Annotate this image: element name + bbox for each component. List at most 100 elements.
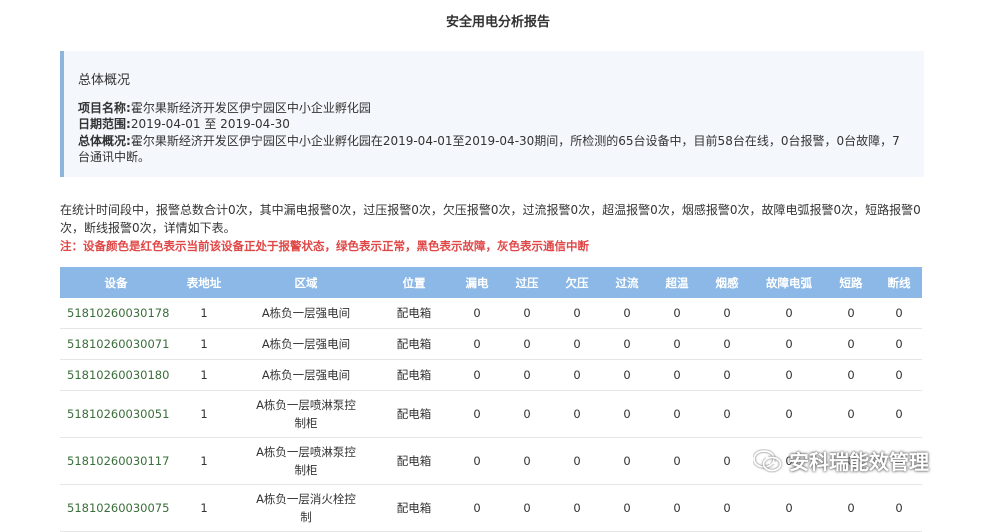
page-title: 安全用电分析报告 (445, 15, 550, 30)
address-cell: 1 (172, 298, 236, 329)
header-address[interactable]: 表地址 (172, 267, 236, 298)
statistics-line-2: 次，断线报警0次，详情如下表。 (60, 221, 236, 235)
area-cell: A栋负一层消火栓控制 (236, 484, 376, 532)
overcurrent-count: 0 (602, 359, 652, 391)
smoke-count: 0 (702, 390, 752, 438)
overtemp-count: 0 (652, 328, 702, 360)
overtemp-count: 0 (652, 390, 702, 438)
table-row: 51810260030075 1 A栋负一层消火栓控制 配电箱 0 0 0 0 … (60, 484, 922, 532)
device-id[interactable]: 51810260030071 (60, 328, 172, 360)
header-overtemp[interactable]: 超温 (652, 267, 702, 298)
date-line: 日期范围:2019-04-01 至 2019-04-30 (78, 116, 290, 132)
disconnect-count: 0 (876, 359, 922, 391)
area-text: A栋负一层消火栓控制 (256, 492, 356, 524)
arc-fault-count: 0 (752, 328, 826, 360)
header-short-circuit[interactable]: 短路 (826, 267, 876, 298)
overcurrent-count: 0 (602, 328, 652, 360)
header-area[interactable]: 区域 (236, 267, 376, 298)
device-id[interactable]: 51810260030075 (60, 484, 172, 532)
header-overvoltage[interactable]: 过压 (502, 267, 552, 298)
header-overcurrent[interactable]: 过流 (602, 267, 652, 298)
undervoltage-count: 0 (552, 298, 602, 329)
header-leakage[interactable]: 漏电 (452, 267, 502, 298)
smoke-count: 0 (702, 359, 752, 391)
undervoltage-count: 0 (552, 437, 602, 485)
short-circuit-count: 0 (826, 390, 876, 438)
arc-fault-count: 0 (752, 484, 826, 532)
area-cell: A栋负一层强电间 (236, 328, 376, 360)
position-cell: 配电箱 (376, 484, 452, 532)
statistics-text: 在统计时间段中，报警总数合计0次，其中漏电报警0次，过压报警0次，欠压报警0次，… (60, 201, 930, 237)
overcurrent-count: 0 (602, 484, 652, 532)
arc-fault-count: 0 (752, 390, 826, 438)
header-arc-fault[interactable]: 故障电弧 (752, 267, 826, 298)
undervoltage-count: 0 (552, 484, 602, 532)
table-header-row: 设备 表地址 区域 位置 漏电 过压 欠压 过流 超温 烟感 故障电弧 短路 断… (60, 267, 922, 298)
position-cell: 配电箱 (376, 437, 452, 485)
device-id[interactable]: 51810260030178 (60, 298, 172, 329)
summary-label: 总体概况: (78, 134, 131, 148)
watermark-text: 安科瑞能效管理 (789, 450, 929, 474)
area-text: A栋负一层喷淋泵控制柜 (256, 445, 356, 477)
table-row: 51810260030180 1 A栋负一层强电间 配电箱 0 0 0 0 0 … (60, 359, 922, 391)
project-value: 霍尔果斯经济开发区伊宁园区中小企业孵化园 (130, 101, 371, 115)
position-cell: 配电箱 (376, 359, 452, 391)
undervoltage-count: 0 (552, 328, 602, 360)
overview-panel: 总体概况 项目名称:霍尔果斯经济开发区伊宁园区中小企业孵化园 日期范围:2019… (60, 51, 924, 177)
overvoltage-count: 0 (502, 359, 552, 391)
overvoltage-count: 0 (502, 328, 552, 360)
short-circuit-count: 0 (826, 298, 876, 329)
overtemp-count: 0 (652, 359, 702, 391)
color-legend-note: 注：设备颜色是红色表示当前该设备正处于报警状态，绿色表示正常，黑色表示故障，灰色… (60, 239, 589, 253)
leakage-count: 0 (452, 328, 502, 360)
area-cell: A栋负一层喷淋泵控制柜 (236, 390, 376, 438)
area-cell: A栋负一层喷淋泵控制柜 (236, 437, 376, 485)
leakage-count: 0 (452, 298, 502, 329)
table-row: 51810260030178 1 A栋负一层强电间 配电箱 0 0 0 0 0 … (60, 298, 922, 329)
area-cell: A栋负一层强电间 (236, 359, 376, 391)
overvoltage-count: 0 (502, 437, 552, 485)
summary-value: 霍尔果斯经济开发区伊宁园区中小企业孵化园在2019-04-01至2019-04-… (130, 134, 900, 148)
overcurrent-count: 0 (602, 390, 652, 438)
header-device[interactable]: 设备 (60, 267, 172, 298)
short-circuit-count: 0 (826, 484, 876, 532)
overtemp-count: 0 (652, 484, 702, 532)
area-text: A栋负一层强电间 (261, 368, 351, 382)
short-circuit-count: 0 (826, 359, 876, 391)
area-text: A栋负一层强电间 (261, 306, 351, 320)
overvoltage-count: 0 (502, 484, 552, 532)
header-undervoltage[interactable]: 欠压 (552, 267, 602, 298)
date-value: 2019-04-01 至 2019-04-30 (130, 117, 290, 131)
disconnect-count: 0 (876, 298, 922, 329)
header-smoke[interactable]: 烟感 (702, 267, 752, 298)
position-cell: 配电箱 (376, 390, 452, 438)
smoke-count: 0 (702, 437, 752, 485)
overtemp-count: 0 (652, 298, 702, 329)
device-id[interactable]: 51810260030180 (60, 359, 172, 391)
header-position[interactable]: 位置 (376, 267, 452, 298)
address-cell: 1 (172, 437, 236, 485)
address-cell: 1 (172, 390, 236, 438)
arc-fault-count: 0 (752, 298, 826, 329)
summary-line: 总体概况:霍尔果斯经济开发区伊宁园区中小企业孵化园在2019-04-01至201… (78, 133, 900, 149)
address-cell: 1 (172, 359, 236, 391)
position-cell: 配电箱 (376, 328, 452, 360)
leakage-count: 0 (452, 484, 502, 532)
leakage-count: 0 (452, 437, 502, 485)
date-label: 日期范围: (78, 117, 131, 131)
device-id[interactable]: 51810260030117 (60, 437, 172, 485)
watermark: 安科瑞能效管理 (753, 446, 929, 475)
undervoltage-count: 0 (552, 359, 602, 391)
device-id[interactable]: 51810260030051 (60, 390, 172, 438)
header-disconnect[interactable]: 断线 (876, 267, 922, 298)
statistics-line-1: 在统计时间段中，报警总数合计0次，其中漏电报警0次，过压报警0次，欠压报警0次，… (60, 203, 921, 217)
project-label: 项目名称: (78, 101, 131, 115)
table-row: 51810260030071 1 A栋负一层强电间 配电箱 0 0 0 0 0 … (60, 328, 922, 360)
leakage-count: 0 (452, 390, 502, 438)
position-cell: 配电箱 (376, 298, 452, 329)
address-cell: 1 (172, 484, 236, 532)
overvoltage-count: 0 (502, 298, 552, 329)
arc-fault-count: 0 (752, 359, 826, 391)
area-text: A栋负一层喷淋泵控制柜 (256, 398, 356, 430)
overtemp-count: 0 (652, 437, 702, 485)
